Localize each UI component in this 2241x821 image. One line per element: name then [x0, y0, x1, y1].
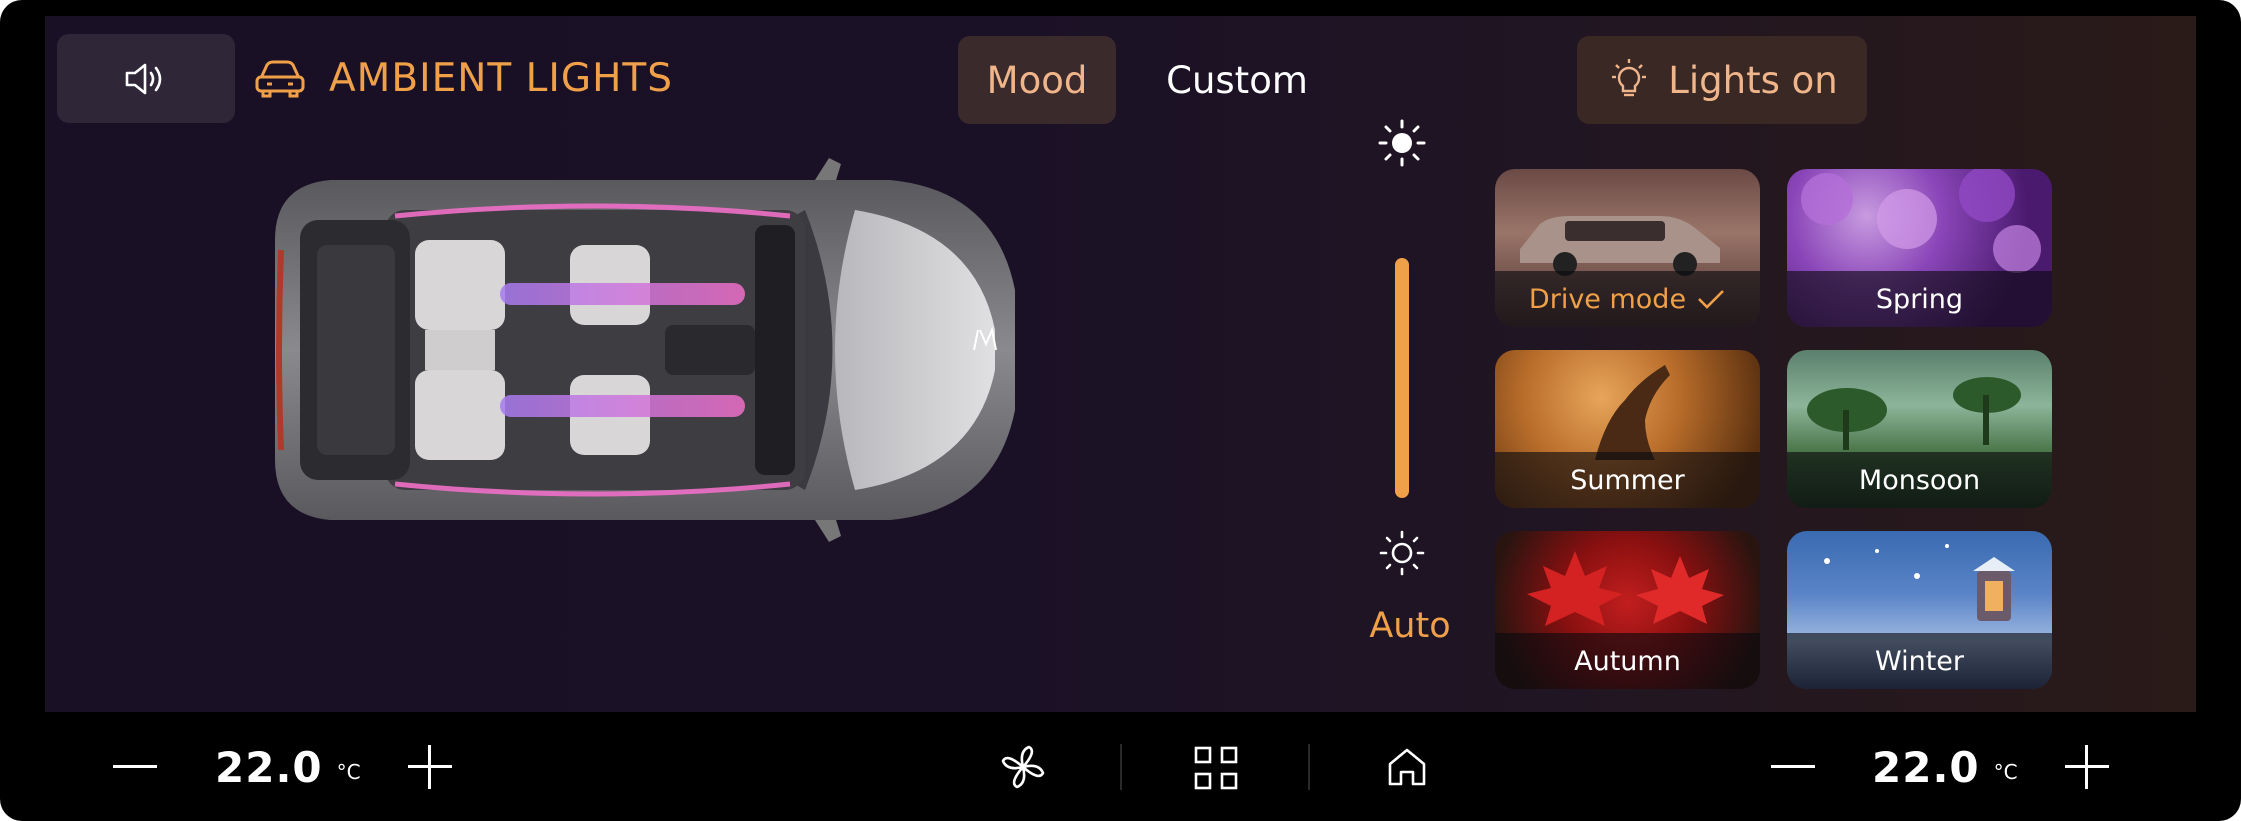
auto-brightness-label[interactable]: Auto — [1355, 606, 1465, 646]
theme-label-bar: Winter — [1787, 633, 2052, 689]
left-temp-increase-button[interactable] — [405, 742, 455, 792]
theme-label: Autumn — [1574, 645, 1681, 677]
car-top-view — [275, 158, 1015, 542]
theme-label: Drive mode — [1528, 283, 1687, 315]
plus-icon — [408, 745, 452, 789]
left-temp-display: 22.0 °C — [215, 737, 361, 797]
theme-label: Summer — [1570, 464, 1685, 496]
theme-tile-winter[interactable]: Winter — [1787, 531, 2052, 689]
maple-leaves-image — [1527, 551, 1724, 626]
plus-icon — [2065, 745, 2109, 789]
theme-tile-autumn[interactable]: Autumn — [1495, 531, 1760, 689]
home-button[interactable] — [1380, 742, 1434, 792]
theme-tile-monsoon[interactable]: Monsoon — [1787, 350, 2052, 508]
checkmark-icon — [1698, 290, 1724, 309]
theme-tile-drive-mode[interactable]: Drive mode — [1495, 169, 1760, 327]
theme-label: Winter — [1874, 645, 1964, 677]
lights-on-button[interactable]: Lights on — [1577, 36, 1867, 124]
right-temp-display: 22.0 °C — [1872, 737, 2018, 797]
grid-icon — [1194, 746, 1238, 790]
theme-label-bar: Drive mode — [1495, 271, 1760, 327]
speaker-icon — [125, 63, 162, 94]
car-icon — [255, 60, 305, 98]
lightbulb-icon — [1612, 59, 1647, 97]
divider — [1308, 744, 1310, 790]
apps-button[interactable] — [1188, 740, 1244, 796]
sun-dim-icon[interactable] — [1375, 526, 1429, 580]
sound-button[interactable] — [57, 34, 235, 123]
tree-stump-image — [1595, 365, 1670, 460]
page-title: AMBIENT LIGHTS — [329, 55, 673, 101]
brightness-slider[interactable] — [1395, 258, 1409, 498]
right-temp-value: 22.0 — [1872, 742, 1980, 792]
fan-button[interactable] — [995, 742, 1051, 792]
device-frame: AMBIENT LIGHTS Mood Custom Lights on Aut… — [0, 0, 2241, 821]
fan-icon — [1001, 745, 1045, 789]
theme-label: Spring — [1875, 283, 1964, 315]
suv-image — [1520, 216, 1720, 276]
theme-label-bar: Summer — [1495, 452, 1760, 508]
right-temp-increase-button[interactable] — [2062, 742, 2112, 792]
page-header: AMBIENT LIGHTS — [253, 46, 673, 110]
theme-label-bar: Monsoon — [1787, 452, 2052, 508]
theme-tile-spring[interactable]: Spring — [1787, 169, 2052, 327]
right-temp-unit: °C — [1993, 760, 2018, 784]
theme-tile-summer[interactable]: Summer — [1495, 350, 1760, 508]
home-icon — [1388, 748, 1426, 786]
tab-mood[interactable]: Mood — [958, 36, 1116, 124]
ambient-lights-screen: AMBIENT LIGHTS Mood Custom Lights on Aut… — [45, 16, 2196, 712]
flowers-image — [1801, 169, 2041, 273]
theme-label: Monsoon — [1858, 464, 1981, 496]
minus-icon — [113, 765, 157, 768]
climate-bar: 22.0 °C 22.0 °C — [0, 712, 2241, 821]
tab-custom[interactable]: Custom — [1147, 36, 1327, 124]
sun-bright-icon[interactable] — [1375, 116, 1429, 170]
left-temp-decrease-button[interactable] — [110, 742, 160, 792]
minus-icon — [1771, 765, 1815, 768]
left-temp-value: 22.0 — [215, 742, 323, 792]
divider — [1120, 744, 1122, 790]
right-temp-decrease-button[interactable] — [1768, 742, 1818, 792]
lights-on-label: Lights on — [1668, 58, 1838, 102]
theme-label-bar: Spring — [1787, 271, 2052, 327]
lantern-image — [1824, 544, 2015, 621]
left-temp-unit: °C — [336, 760, 361, 784]
forest-image — [1807, 377, 2021, 450]
theme-label-bar: Autumn — [1495, 633, 1760, 689]
